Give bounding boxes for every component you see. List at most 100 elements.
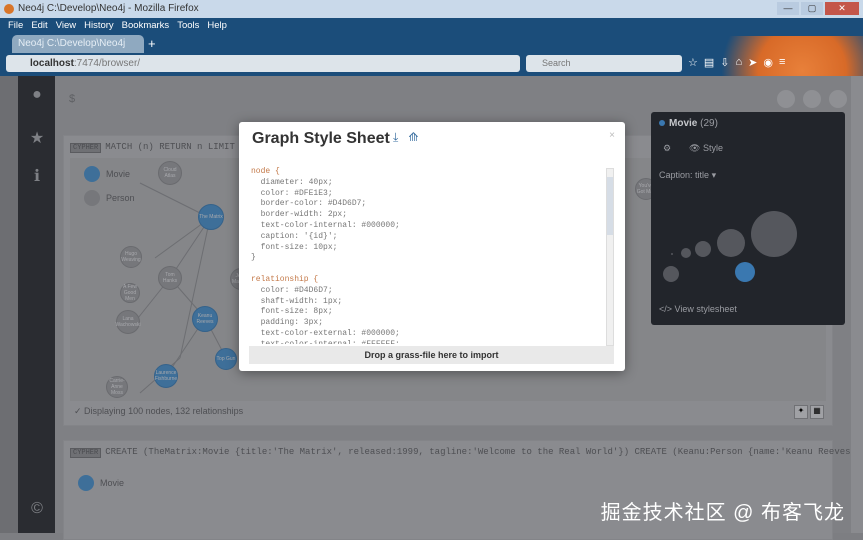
graph-node[interactable]: Tom Hanks <box>158 266 182 290</box>
legend-label: Movie <box>106 169 131 179</box>
result-status: ✓ Displaying 100 nodes, 132 relationship… <box>74 406 244 416</box>
favorite-button[interactable] <box>777 90 795 108</box>
graph-style-sheet-modal: Graph Style Sheet ⤓ ⟰ × node { diameter: … <box>239 122 625 371</box>
panel-header: Movie (29) <box>659 118 718 129</box>
menu-bookmarks[interactable]: Bookmarks <box>122 20 170 31</box>
info-icon[interactable]: ℹ <box>27 166 47 186</box>
graph-node[interactable]: Lana Wachowski <box>115 310 141 334</box>
code-line: font-size: 10px; <box>251 242 338 252</box>
menu-bar: File Edit View History Bookmarks Tools H… <box>8 20 227 31</box>
graph-node[interactable]: A Few Good Men <box>120 283 140 303</box>
code-line: font-size: 8px; <box>251 307 333 317</box>
close-icon[interactable]: × <box>609 130 615 141</box>
menu-tools[interactable]: Tools <box>177 20 199 31</box>
view-stylesheet-label: View stylesheet <box>674 304 737 314</box>
legend-movie[interactable]: Movie <box>84 166 130 182</box>
result-frame-2: CYPHER CREATE (TheMatrix:Movie {title:'Th… <box>63 440 861 540</box>
graph-node[interactable]: Carrie-Anne Moss <box>106 376 128 398</box>
code-line: diameter: 40px; <box>251 177 333 187</box>
style-tab[interactable]: 👁 Style <box>689 143 723 154</box>
new-tab-button[interactable]: + <box>148 36 156 51</box>
code-line: color: #DFE1E3; <box>251 188 333 198</box>
grass-drop-zone[interactable]: Drop a grass-file here to import <box>249 346 614 364</box>
menu-edit[interactable]: Edit <box>31 20 47 31</box>
code-line: shaft-width: 1px; <box>251 296 343 306</box>
panel-label: Movie <box>669 118 698 129</box>
download-icon[interactable]: ⇩ <box>720 56 729 69</box>
menu-help[interactable]: Help <box>207 20 227 31</box>
graph-node[interactable]: Top Gun <box>215 348 237 370</box>
hamburger-menu-icon[interactable]: ≡ <box>779 56 785 69</box>
size-option[interactable] <box>751 211 797 257</box>
modal-title: Graph Style Sheet <box>252 130 390 147</box>
chat-icon[interactable]: ◉ <box>763 56 773 69</box>
code-line: border-width: 2px; <box>251 210 348 220</box>
left-edge <box>0 76 18 533</box>
bookmark-star-icon[interactable]: ☆ <box>688 56 698 69</box>
cypher-badge: CYPHER <box>70 448 102 458</box>
menu-view[interactable]: View <box>56 20 76 31</box>
search-input[interactable]: Search <box>526 55 682 72</box>
editor-scrollbar[interactable] <box>606 168 614 346</box>
copyright-icon[interactable]: © <box>27 500 47 520</box>
size-option[interactable] <box>717 229 745 257</box>
code-line: text-color-external: #000000; <box>251 328 400 338</box>
size-option[interactable] <box>695 241 711 257</box>
page-scrollbar[interactable] <box>851 76 863 533</box>
reset-icon[interactable]: ⟰ <box>408 130 418 145</box>
code-line: color: #D4D6D7; <box>251 285 333 295</box>
code-line: } <box>251 253 256 263</box>
graph-node[interactable]: Hugo Weaving <box>120 246 142 268</box>
graph-node[interactable]: Cloud Atlas <box>158 161 182 185</box>
editor-prompt[interactable]: $ <box>69 93 75 105</box>
url-bar[interactable]: localhost:7474/browser/ <box>6 55 520 72</box>
menu-file[interactable]: File <box>8 20 23 31</box>
firefox-icon <box>4 4 14 14</box>
menu-history[interactable]: History <box>84 20 114 31</box>
caption-selector[interactable]: Caption: title ▾ <box>659 170 716 181</box>
legend-person[interactable]: Person <box>84 190 135 206</box>
add-button[interactable] <box>803 90 821 108</box>
frame-command[interactable]: MATCH (n) RETURN n LIMIT 100 <box>105 142 256 152</box>
color-option-selected[interactable] <box>735 262 755 282</box>
panel-count: (29) <box>700 118 718 129</box>
color-option[interactable] <box>663 266 679 282</box>
table-view-button[interactable]: ▦ <box>810 405 824 419</box>
code-line: caption: '{id}'; <box>251 231 338 241</box>
style-panel: Movie (29) ⚙ 👁 Style Caption: title ▾ </… <box>651 112 845 325</box>
browser-chrome: File Edit View History Bookmarks Tools H… <box>0 18 863 94</box>
favorites-star-icon[interactable]: ★ <box>27 128 47 148</box>
browser-tab[interactable]: Neo4j C:\Develop\Neo4j <box>12 35 144 53</box>
url-host: localhost <box>30 58 74 69</box>
download-icon[interactable]: ⤓ <box>393 130 398 145</box>
neo4j-sidebar: ● ★ ℹ © <box>18 76 55 533</box>
graph-node[interactable]: The Matrix <box>198 204 224 230</box>
settings-icon[interactable]: ⚙ <box>663 143 671 154</box>
home-icon[interactable]: ⌂ <box>736 56 743 69</box>
search-placeholder: Search <box>542 58 571 68</box>
window-titlebar: Neo4j C:\Develop\Neo4j - Mozilla Firefox… <box>0 0 863 18</box>
frame-command[interactable]: CREATE (TheMatrix:Movie {title:'The Matr… <box>105 447 861 457</box>
view-stylesheet-link[interactable]: </> View stylesheet <box>659 304 737 314</box>
close-window-button[interactable]: ✕ <box>825 2 859 15</box>
graph-view-button[interactable]: ✦ <box>794 405 808 419</box>
run-button[interactable] <box>829 90 847 108</box>
stylesheet-editor[interactable]: node { diameter: 40px; color: #DFE1E3; b… <box>251 167 606 344</box>
legend-movie[interactable]: Movie <box>78 475 124 491</box>
size-option[interactable] <box>681 248 691 258</box>
send-icon[interactable]: ➤ <box>748 56 757 69</box>
neo4j-logo-icon[interactable]: ● <box>27 86 47 106</box>
size-option[interactable] <box>671 253 673 255</box>
code-icon: </> <box>659 304 673 314</box>
caption-value: title <box>695 170 710 180</box>
graph-node[interactable]: Laurence Fishburne <box>154 364 178 388</box>
code-line: text-color-internal: #FFFFFF; <box>251 340 606 344</box>
tab-label: Neo4j C:\Develop\Neo4j <box>18 38 126 49</box>
minimize-button[interactable]: — <box>777 2 799 15</box>
graph-node[interactable]: Keanu Reeves <box>192 306 218 332</box>
label-color-dot <box>659 120 665 126</box>
code-line: border-color: #D4D6D7; <box>251 199 367 209</box>
bookmarks-list-icon[interactable]: ▤ <box>704 56 714 69</box>
maximize-button[interactable]: ▢ <box>801 2 823 15</box>
